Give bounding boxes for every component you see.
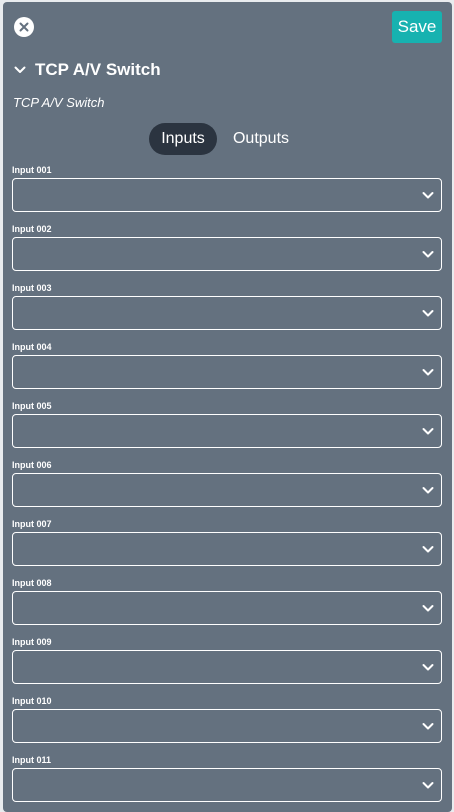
chevron-down-icon — [13, 63, 27, 77]
chevron-down-icon — [422, 310, 434, 317]
input-field-group: Input 002 — [12, 223, 442, 271]
input-field-group: Input 007 — [12, 518, 442, 566]
input-label: Input 002 — [12, 224, 52, 234]
input-field-group: Input 004 — [12, 341, 442, 389]
input-label: Input 008 — [12, 578, 52, 588]
input-label: Input 001 — [12, 165, 52, 175]
input-select[interactable] — [12, 532, 442, 566]
input-field-group: Input 010 — [12, 695, 442, 743]
chevron-down-icon — [422, 487, 434, 494]
chevron-down-icon — [422, 369, 434, 376]
input-field-group: Input 003 — [12, 282, 442, 330]
input-select[interactable] — [12, 473, 442, 507]
input-label: Input 007 — [12, 519, 52, 529]
input-label: Input 010 — [12, 696, 52, 706]
input-field-group: Input 008 — [12, 577, 442, 625]
chevron-down-icon — [422, 428, 434, 435]
device-panel: Save TCP A/V Switch TCP A/V Switch Input… — [3, 2, 452, 812]
input-select[interactable] — [12, 709, 442, 743]
chevron-down-icon — [422, 192, 434, 199]
chevron-down-icon — [422, 546, 434, 553]
chevron-down-icon — [422, 782, 434, 789]
input-select[interactable] — [12, 296, 442, 330]
input-select[interactable] — [12, 650, 442, 684]
device-header-toggle[interactable]: TCP A/V Switch — [13, 58, 161, 82]
input-label: Input 005 — [12, 401, 52, 411]
input-select[interactable] — [12, 414, 442, 448]
input-select[interactable] — [12, 768, 442, 802]
input-select[interactable] — [12, 355, 442, 389]
input-field-group: Input 005 — [12, 400, 442, 448]
input-label: Input 006 — [12, 460, 52, 470]
input-field-group: Input 001 — [12, 164, 442, 212]
save-button[interactable]: Save — [392, 11, 442, 43]
chevron-down-icon — [422, 605, 434, 612]
device-title: TCP A/V Switch — [35, 60, 161, 79]
close-icon — [19, 22, 29, 32]
device-subtitle: TCP A/V Switch — [13, 95, 105, 110]
tab-outputs[interactable]: Outputs — [219, 123, 303, 155]
input-select[interactable] — [12, 178, 442, 212]
input-field-group: Input 009 — [12, 636, 442, 684]
input-select[interactable] — [12, 591, 442, 625]
input-field-group: Input 011 — [12, 754, 442, 802]
input-label: Input 009 — [12, 637, 52, 647]
input-label: Input 004 — [12, 342, 52, 352]
tab-bar: Inputs Outputs — [149, 123, 303, 155]
input-select[interactable] — [12, 237, 442, 271]
chevron-down-icon — [422, 664, 434, 671]
input-field-group: Input 006 — [12, 459, 442, 507]
chevron-down-icon — [422, 723, 434, 730]
close-button[interactable] — [14, 17, 34, 37]
tab-inputs[interactable]: Inputs — [149, 123, 217, 155]
input-label: Input 011 — [12, 755, 52, 765]
input-label: Input 003 — [12, 283, 52, 293]
chevron-down-icon — [422, 251, 434, 258]
